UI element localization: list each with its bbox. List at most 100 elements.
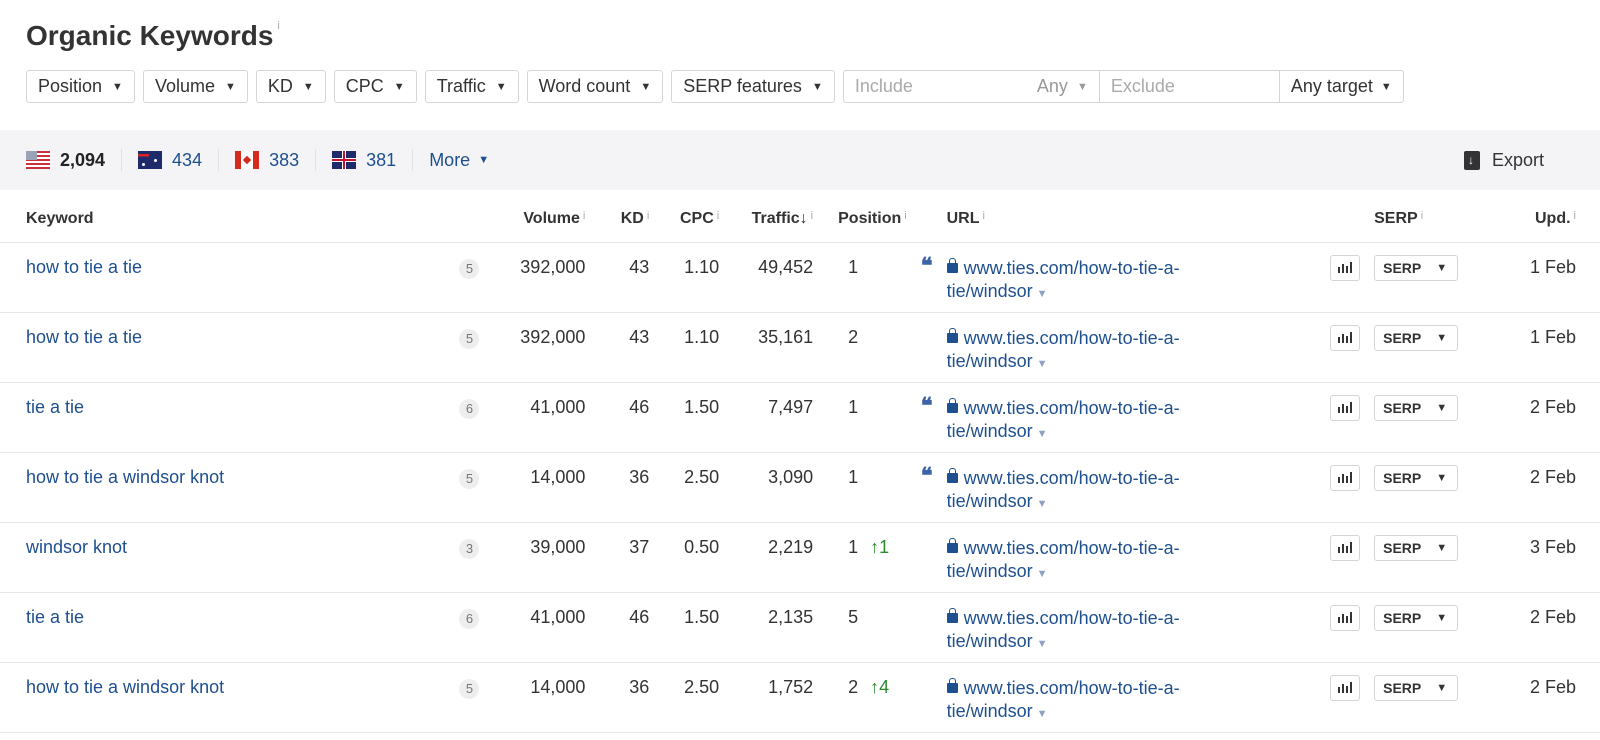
url-link[interactable]: www.ties.com/how-to-tie-a-tie/windsor	[947, 538, 1180, 581]
keyword-link[interactable]: how to tie a windsor knot	[26, 677, 224, 697]
url-link[interactable]: www.ties.com/how-to-tie-a-tie/windsor	[947, 468, 1180, 511]
chart-button[interactable]	[1330, 464, 1361, 491]
header-position[interactable]: Position i	[813, 196, 907, 243]
info-icon[interactable]: i	[811, 210, 813, 222]
serp-dropdown-button[interactable]: SERP ▼	[1374, 324, 1459, 351]
serp-dropdown-button[interactable]: SERP ▼	[1374, 674, 1459, 701]
more-countries-button[interactable]: More ▼	[412, 149, 489, 171]
url-caret-down-icon[interactable]: ▼	[1037, 638, 1048, 650]
url-link[interactable]: www.ties.com/how-to-tie-a-tie/windsor	[947, 398, 1180, 441]
info-icon[interactable]: i	[277, 20, 279, 32]
serp-dropdown-button[interactable]: SERP ▼	[1374, 254, 1459, 281]
word-count-badge: 5	[459, 678, 480, 699]
url-link[interactable]: www.ties.com/how-to-tie-a-tie/windsor	[947, 608, 1180, 651]
header-kd[interactable]: KD i	[585, 196, 650, 243]
country-us[interactable]: 2,094	[26, 149, 123, 171]
serp-label: SERP	[1383, 539, 1422, 556]
serp-dropdown-button[interactable]: SERP ▼	[1374, 464, 1459, 491]
include-field[interactable]: Include Any ▼	[844, 71, 1100, 102]
chart-button[interactable]	[1330, 324, 1361, 351]
exclude-field[interactable]: Exclude	[1100, 71, 1280, 102]
header-updated[interactable]: Upd. i	[1480, 196, 1600, 243]
keyword-link[interactable]: windsor knot	[26, 537, 127, 557]
info-icon[interactable]: i	[983, 210, 985, 222]
chart-button[interactable]	[1330, 254, 1361, 281]
filter-label: Position	[38, 76, 103, 96]
header-label: URL	[946, 209, 980, 227]
position-value: 1	[848, 396, 859, 417]
url-link[interactable]: www.ties.com/how-to-tie-a-tie/windsor	[947, 678, 1180, 721]
url-caret-down-icon[interactable]: ▼	[1037, 428, 1048, 440]
url-caret-down-icon[interactable]: ▼	[1037, 498, 1048, 510]
url-caret-down-icon[interactable]: ▼	[1037, 288, 1048, 300]
filter-serp-features-button[interactable]: SERP features ▼	[671, 70, 835, 103]
export-icon	[1463, 151, 1480, 170]
header-traffic[interactable]: Traffic↓ i	[719, 196, 814, 243]
updated-cell: 2 Feb	[1480, 592, 1600, 663]
info-icon[interactable]: i	[647, 210, 649, 222]
word-count-badge: 6	[459, 608, 480, 629]
header-serp[interactable]: SERP i	[1360, 196, 1481, 243]
word-count-badge: 5	[459, 258, 480, 279]
header-cpc[interactable]: CPC i	[649, 196, 720, 243]
serp-cell: SERP ▼	[1360, 662, 1481, 733]
chart-button[interactable]	[1330, 604, 1361, 631]
country-ca[interactable]: 383	[235, 149, 317, 171]
cpc-cell: 1.10	[649, 242, 720, 313]
info-icon[interactable]: i	[583, 210, 585, 222]
keyword-link[interactable]: how to tie a tie	[26, 257, 142, 277]
keyword-link[interactable]: tie a tie	[26, 397, 84, 417]
chart-button[interactable]	[1330, 674, 1361, 701]
info-icon[interactable]: i	[1574, 210, 1576, 222]
caret-down-icon: ▼	[495, 80, 507, 93]
filter-word-count-button[interactable]: Word count ▼	[526, 70, 664, 103]
serp-dropdown-button[interactable]: SERP ▼	[1374, 394, 1459, 421]
include-mode-select[interactable]: Any ▼	[1037, 76, 1088, 97]
keyword-link[interactable]: how to tie a tie	[26, 327, 142, 347]
filter-kd-button[interactable]: KD ▼	[255, 70, 326, 103]
chart-button[interactable]	[1330, 394, 1361, 421]
position-value: 2	[848, 326, 859, 347]
serp-cell: SERP ▼	[1360, 382, 1481, 453]
kd-cell: 46	[585, 592, 650, 663]
country-au[interactable]: 434	[138, 149, 220, 171]
featured-snippet-cell	[906, 522, 947, 593]
country-count: 434	[172, 149, 203, 170]
volume-cell: 39,000	[499, 522, 586, 593]
target-select[interactable]: Any target ▼	[1280, 71, 1403, 102]
include-input[interactable]: Include	[855, 76, 913, 97]
filter-cpc-button[interactable]: CPC ▼	[333, 70, 417, 103]
position-value: 5	[848, 606, 859, 627]
info-icon[interactable]: i	[904, 210, 906, 222]
url-link[interactable]: www.ties.com/how-to-tie-a-tie/windsor	[947, 258, 1180, 301]
keyword-cell: how to tie a tie	[0, 312, 460, 383]
url-caret-down-icon[interactable]: ▼	[1037, 708, 1048, 720]
caret-down-icon: ▼	[1436, 331, 1448, 344]
keyword-link[interactable]: how to tie a windsor knot	[26, 467, 224, 487]
caret-down-icon: ▼	[112, 80, 123, 93]
url-link[interactable]: www.ties.com/how-to-tie-a-tie/windsor	[947, 328, 1180, 371]
updated-cell: 2 Feb	[1480, 452, 1600, 523]
header-volume[interactable]: Volume i	[499, 196, 586, 243]
country-bar: 2,094 434 383 381 More ▼	[0, 130, 1600, 190]
serp-dropdown-button[interactable]: SERP ▼	[1374, 534, 1459, 561]
header-keyword[interactable]: Keyword	[0, 196, 460, 243]
info-icon[interactable]: i	[1421, 210, 1423, 222]
header-url[interactable]: URL i	[946, 196, 1317, 243]
info-icon[interactable]: i	[717, 210, 719, 222]
exclude-input[interactable]: Exclude	[1111, 76, 1175, 97]
filter-traffic-button[interactable]: Traffic ▼	[424, 70, 519, 103]
url-caret-down-icon[interactable]: ▼	[1037, 358, 1048, 370]
export-button[interactable]: Export	[1463, 150, 1544, 171]
serp-label: SERP	[1383, 679, 1422, 696]
cpc-cell: 2.50	[649, 662, 720, 733]
chart-button[interactable]	[1330, 534, 1361, 561]
filter-volume-button[interactable]: Volume ▼	[142, 70, 248, 103]
keyword-link[interactable]: tie a tie	[26, 607, 84, 627]
country-gb[interactable]: 381	[332, 149, 412, 171]
filter-position-button[interactable]: Position ▼	[26, 70, 135, 103]
url-caret-down-icon[interactable]: ▼	[1037, 568, 1048, 580]
serp-dropdown-button[interactable]: SERP ▼	[1374, 604, 1459, 631]
export-label: Export	[1491, 150, 1544, 170]
header-label: Position	[838, 209, 902, 227]
